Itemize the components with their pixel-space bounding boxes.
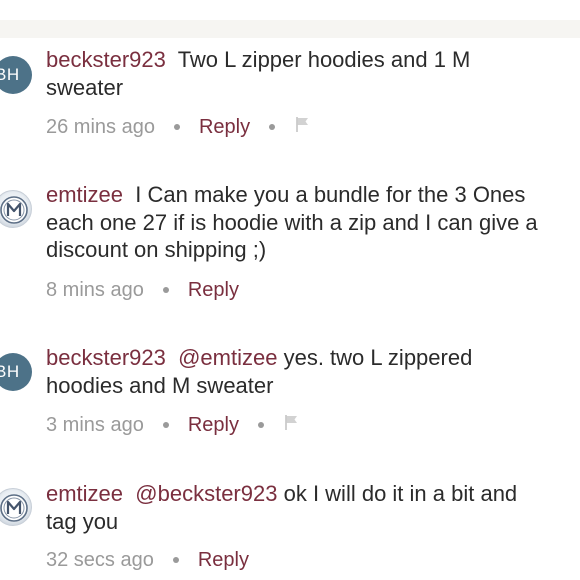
reply-button[interactable]: Reply xyxy=(199,114,250,140)
avatar[interactable] xyxy=(0,488,32,526)
top-bar-strip xyxy=(0,20,580,38)
comment-timestamp: 32 secs ago xyxy=(46,549,154,571)
flag-icon[interactable] xyxy=(294,114,312,140)
m-badge-icon xyxy=(0,196,28,224)
comment-meta: 8 mins ago Reply xyxy=(46,277,239,303)
m-badge-icon xyxy=(0,494,28,522)
avatar-initials: BH xyxy=(0,362,20,381)
avatar[interactable] xyxy=(0,190,32,228)
comment-body-line: sweater xyxy=(46,74,124,100)
avatar[interactable]: BH xyxy=(0,56,32,94)
comment-username[interactable]: emtizee xyxy=(46,182,123,207)
avatar-initials: BH xyxy=(0,65,20,84)
comment-text: emtizee I Can make you a bundle for the … xyxy=(46,181,580,264)
separator-dot xyxy=(269,124,276,130)
comment-meta: 3 mins ago Reply xyxy=(46,412,301,438)
comment-username[interactable]: beckster923 xyxy=(46,345,166,370)
comment-meta: 32 secs ago Reply xyxy=(46,547,249,573)
comment-body-line: tag you xyxy=(46,508,119,534)
comment-body-line: yes. two L zippered xyxy=(283,345,473,370)
separator-dot xyxy=(257,422,264,428)
comment-timestamp: 8 mins ago xyxy=(46,279,144,301)
reply-button[interactable]: Reply xyxy=(198,547,249,573)
comment-body-line: hoodies and M sweater xyxy=(46,372,274,398)
comment-mention[interactable]: @emtizee xyxy=(178,345,277,370)
comment-text: beckster923 Two L zipper hoodies and 1 M… xyxy=(46,46,580,101)
separator-dot xyxy=(173,124,180,130)
comment-mention[interactable]: @beckster923 xyxy=(135,481,277,506)
comment-text: beckster923 @emtizee yes. two L zippered… xyxy=(46,344,580,399)
separator-dot xyxy=(162,422,169,428)
comment-body-line: each one 27 if is hoodie with a zip and … xyxy=(46,209,538,235)
comment-timestamp: 3 mins ago xyxy=(46,414,144,436)
comment-meta: 26 mins ago Reply xyxy=(46,114,312,140)
comment-username[interactable]: emtizee xyxy=(46,481,123,506)
reply-button[interactable]: Reply xyxy=(188,277,239,303)
comment-body-line: ok I will do it in a bit and xyxy=(283,481,518,506)
comment-timestamp: 26 mins ago xyxy=(46,116,155,138)
separator-dot xyxy=(172,557,179,563)
flag-icon[interactable] xyxy=(283,412,301,438)
reply-button[interactable]: Reply xyxy=(188,412,239,438)
comment-body-line: discount on shipping ;) xyxy=(46,237,267,262)
comment-body-line: I Can make you a bundle for the 3 Ones xyxy=(135,182,526,207)
avatar[interactable]: BH xyxy=(0,353,32,391)
comment-body-line: Two L zipper hoodies and 1 M xyxy=(177,47,471,72)
comment-text: emtizee @beckster923 ok I will do it in … xyxy=(46,480,580,535)
comment-username[interactable]: beckster923 xyxy=(46,47,166,72)
separator-dot xyxy=(162,287,169,293)
top-bar xyxy=(0,0,580,38)
